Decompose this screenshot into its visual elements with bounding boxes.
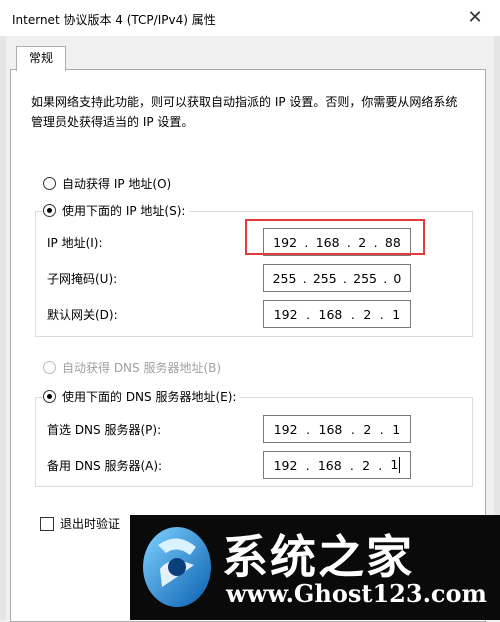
background-window-edge-left: [0, 36, 6, 620]
octet-separator: .: [378, 457, 383, 473]
alternate-dns-label-row: 备用 DNS 服务器(A):: [47, 450, 162, 480]
validate-on-exit-option[interactable]: 退出时验证: [40, 515, 120, 532]
octet: 2: [363, 306, 372, 322]
octet-separator: .: [350, 306, 355, 322]
close-button[interactable]: ✕: [460, 6, 490, 30]
octet-separator: .: [306, 306, 311, 322]
manual-dns-radio[interactable]: [43, 389, 56, 403]
watermark-logo-icon: [143, 527, 211, 607]
preferred-dns-label-row: 首选 DNS 服务器(P):: [47, 414, 161, 444]
watermark-banner: 系统之家 www.Ghost123.com: [130, 515, 500, 620]
octet-separator: .: [350, 421, 355, 437]
octet: 1: [392, 306, 401, 322]
validate-on-exit-checkbox[interactable]: [40, 516, 54, 531]
octet: 2: [363, 421, 372, 437]
description-text: 如果网络支持此功能，则可以获取自动指派的 IP 设置。否则，你需要从网络系统管理…: [31, 95, 458, 129]
manual-dns-option[interactable]: 使用下面的 DNS 服务器地址(E):: [43, 387, 241, 405]
auto-dns-option: 自动获得 DNS 服务器地址(B): [43, 358, 221, 376]
octet-separator: .: [302, 270, 307, 286]
title-bar: Internet 协议版本 4 (TCP/IPv4) 属性 ✕: [0, 0, 500, 36]
auto-ip-label: 自动获得 IP 地址(O): [62, 176, 172, 191]
octet: 1: [390, 456, 399, 472]
octet: 255: [312, 270, 337, 286]
manual-ip-radio[interactable]: [43, 203, 56, 217]
octet-separator: .: [305, 457, 310, 473]
octet-separator: .: [379, 421, 384, 437]
octet-separator: .: [349, 457, 354, 473]
watermark-title: 系统之家: [222, 530, 414, 584]
octet: 0: [393, 270, 402, 286]
text-caret: [399, 457, 401, 474]
octet-separator: .: [306, 421, 311, 437]
octet: 168: [317, 457, 342, 473]
octet: 255: [272, 270, 297, 286]
octet-separator: .: [342, 270, 347, 286]
octet-separator: .: [379, 306, 384, 322]
validate-on-exit-label: 退出时验证: [60, 517, 121, 531]
subnet-mask-input[interactable]: 255. 255. 255. 0: [263, 264, 411, 292]
octet-separator: .: [383, 270, 388, 286]
octet: 168: [318, 421, 343, 437]
manual-ip-label: 使用下面的 IP 地址(S):: [62, 203, 186, 218]
auto-dns-label: 自动获得 DNS 服务器地址(B): [62, 360, 222, 375]
octet: 1: [392, 421, 401, 437]
default-gateway-label: 默认网关(D):: [47, 307, 118, 322]
octet: 192: [273, 457, 298, 473]
preferred-dns-label: 首选 DNS 服务器(P):: [47, 422, 162, 437]
auto-ip-option[interactable]: 自动获得 IP 地址(O): [43, 174, 171, 192]
octet: 2: [362, 457, 371, 473]
watermark-url: www.Ghost123.com: [226, 579, 487, 608]
manual-ip-option[interactable]: 使用下面的 IP 地址(S):: [43, 201, 190, 219]
subnet-mask-label: 子网掩码(U):: [47, 271, 118, 286]
octet: 168: [318, 306, 343, 322]
subnet-mask-label-row: 子网掩码(U):: [47, 263, 117, 293]
alternate-dns-label: 备用 DNS 服务器(A):: [47, 458, 163, 473]
octet: 192: [273, 421, 298, 437]
ip-address-label: IP 地址(I):: [47, 235, 103, 250]
octet: 192: [273, 306, 298, 322]
ip-address-highlight: [245, 219, 425, 255]
octet: 255: [353, 270, 377, 286]
window-title: Internet 协议版本 4 (TCP/IPv4) 属性: [12, 13, 216, 27]
preferred-dns-input[interactable]: 192. 168. 2. 1: [263, 415, 411, 443]
alternate-dns-input[interactable]: 192. 168. 2. 1: [263, 451, 411, 479]
manual-dns-label: 使用下面的 DNS 服务器地址(E):: [62, 389, 237, 404]
auto-ip-radio[interactable]: [43, 176, 56, 190]
tab-general[interactable]: 常规: [16, 46, 66, 71]
default-gateway-input[interactable]: 192. 168. 2. 1: [263, 300, 411, 328]
auto-dns-radio: [43, 360, 56, 374]
ip-address-label-row: IP 地址(I):: [47, 227, 103, 257]
default-gateway-label-row: 默认网关(D):: [47, 299, 118, 329]
